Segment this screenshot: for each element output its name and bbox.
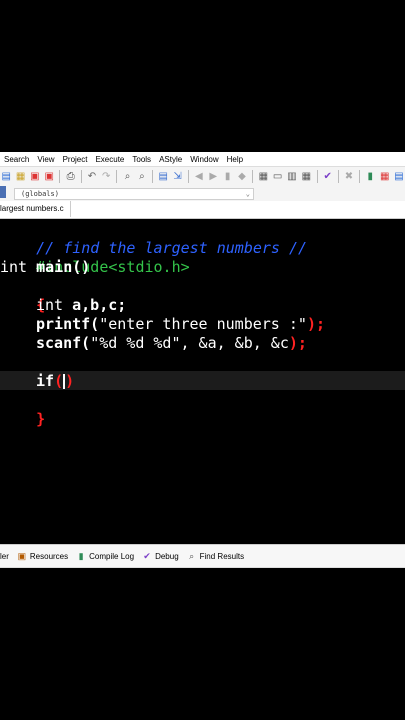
- replace-icon[interactable]: ⌕: [136, 170, 148, 183]
- layout-icon[interactable]: ▦: [300, 170, 312, 183]
- forward-icon[interactable]: ▶: [207, 170, 219, 183]
- tab-debug[interactable]: ✔ Debug: [142, 550, 179, 561]
- code-function: main(): [36, 258, 91, 276]
- chart-icon[interactable]: ▮: [364, 170, 376, 183]
- debug-icon: ✔: [143, 550, 151, 561]
- toolbar-separator: [187, 170, 189, 183]
- tab-label: Compile Log: [89, 551, 135, 561]
- resources-icon: ▣: [17, 550, 27, 561]
- toolbar-separator: [152, 170, 154, 183]
- code-function: scanf(: [36, 334, 91, 352]
- tab-label: Resources: [29, 551, 69, 561]
- class-icon: [0, 186, 6, 198]
- code-line: scanf("%d %d %d", &a, &b, &c);: [36, 334, 307, 353]
- close-all-icon[interactable]: ▣: [43, 170, 55, 183]
- tab-compiler[interactable]: ler: [0, 552, 9, 561]
- code-keyword: if: [36, 372, 55, 390]
- find-results-icon: ⌕: [189, 550, 195, 561]
- code-line: printf("enter three numbers :");: [36, 315, 325, 334]
- code-line: }: [0, 391, 45, 428]
- code-brace: );: [288, 334, 307, 352]
- tab-label: Debug: [155, 551, 179, 561]
- code-line: int main(): [0, 258, 90, 277]
- document-icon[interactable]: ▤: [157, 170, 169, 183]
- grid-icon[interactable]: ▦: [257, 170, 269, 183]
- file-tab-row: largest numbers.c: [0, 201, 405, 219]
- code-keyword: int: [0, 258, 28, 276]
- globals-value: (globals): [21, 190, 59, 198]
- toolbar-separator: [252, 170, 254, 183]
- run-icon[interactable]: ▤: [393, 170, 405, 183]
- code-brace: );: [306, 315, 325, 333]
- redo-icon[interactable]: ↷: [100, 170, 112, 183]
- code-brace: (: [54, 372, 64, 390]
- toolbar-separator: [316, 170, 318, 183]
- toolbar: ▤ ▦ ▣ ▣ ⎙ ↶ ↷ ⌕ ⌕ ▤ ⇲ ◀ ▶ ▮ ◆ ▦ ▭ ▥ ▦ ✔ …: [0, 166, 405, 186]
- toolbar-separator: [80, 170, 82, 183]
- tab-resources[interactable]: ▣ Resources: [17, 550, 69, 561]
- code-brace: }: [36, 410, 46, 428]
- menu-search[interactable]: Search: [0, 155, 33, 164]
- code-brace: ): [65, 372, 75, 390]
- code-line: {: [0, 277, 45, 314]
- code-keyword: int: [36, 296, 64, 314]
- code-line: #include<stdio.h>: [0, 239, 190, 276]
- globals-dropdown[interactable]: (globals) ⌄: [14, 188, 254, 200]
- find-icon[interactable]: ⌕: [121, 170, 133, 183]
- tile-icon[interactable]: ▥: [286, 170, 298, 183]
- toolbar-separator: [116, 170, 118, 183]
- compile-run-icon[interactable]: ▦: [378, 170, 390, 183]
- goto-icon[interactable]: ⇲: [171, 170, 183, 183]
- code-line: // find the largest numbers //: [0, 220, 307, 257]
- toggle-icon[interactable]: ▮: [221, 170, 233, 183]
- code-string: "%d %d %d", &a, &b, &c: [90, 334, 289, 352]
- window-icon[interactable]: ▭: [271, 170, 283, 183]
- bookmark-icon[interactable]: ◆: [236, 170, 248, 183]
- code-editor[interactable]: // find the largest numbers // #include<…: [0, 219, 405, 543]
- menu-window[interactable]: Window: [186, 155, 222, 164]
- file-tab[interactable]: largest numbers.c: [0, 201, 71, 217]
- code-line: int a,b,c;: [36, 296, 126, 315]
- menu-execute[interactable]: Execute: [91, 155, 128, 164]
- bottom-panel-tabs: ler ▣ Resources ▮ Compile Log ✔ Debug ⌕ …: [0, 544, 405, 568]
- code-line: if(): [36, 372, 74, 391]
- menu-project[interactable]: Project: [59, 155, 92, 164]
- menu-bar: Search View Project Execute Tools AStyle…: [0, 152, 405, 166]
- menu-view[interactable]: View: [33, 155, 58, 164]
- tab-find-results[interactable]: ⌕ Find Results: [187, 551, 244, 561]
- undo-icon[interactable]: ↶: [86, 170, 98, 183]
- menu-astyle[interactable]: AStyle: [155, 155, 186, 164]
- compile-log-icon: ▮: [78, 550, 84, 561]
- back-icon[interactable]: ◀: [193, 170, 205, 183]
- toolbar-separator: [59, 170, 61, 183]
- toolbar-separator: [359, 170, 361, 183]
- toolbar-separator: [337, 170, 339, 183]
- code-variables: a,b,c;: [63, 296, 127, 314]
- print-icon[interactable]: ⎙: [64, 170, 76, 183]
- cancel-icon[interactable]: ✖: [343, 170, 355, 183]
- close-file-icon[interactable]: ▣: [29, 170, 41, 183]
- edit-icon[interactable]: ▤: [0, 170, 12, 183]
- menu-tools[interactable]: Tools: [128, 155, 155, 164]
- code-function: printf(: [36, 315, 100, 333]
- menu-help[interactable]: Help: [223, 155, 247, 164]
- tab-compile-log[interactable]: ▮ Compile Log: [76, 551, 134, 561]
- save-all-icon[interactable]: ▦: [14, 170, 26, 183]
- code-string: "enter three numbers :": [99, 315, 307, 333]
- check-icon[interactable]: ✔: [322, 170, 334, 183]
- chevron-down-icon: ⌄: [245, 190, 250, 198]
- file-tab-label: largest numbers.c: [0, 204, 64, 213]
- tab-label: Find Results: [199, 551, 245, 561]
- tab-label: ler: [0, 551, 9, 561]
